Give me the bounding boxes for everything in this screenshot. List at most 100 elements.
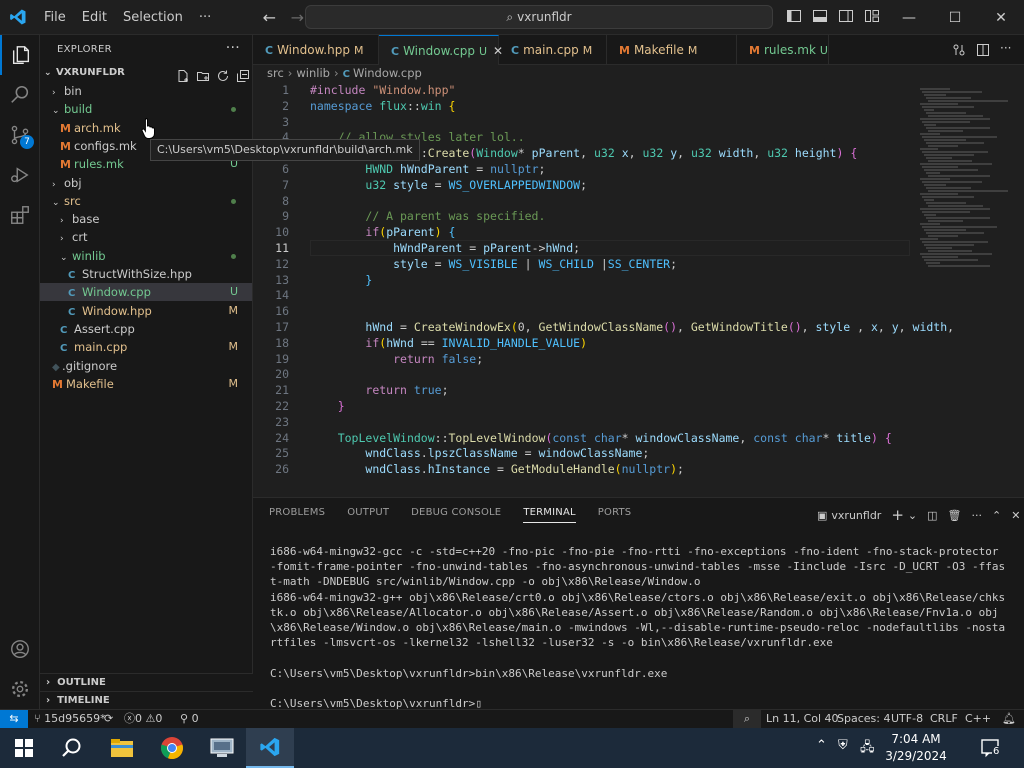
problems-status[interactable]: ⓧ0 ⚠0 bbox=[124, 710, 162, 728]
explorer-more-icon[interactable]: ··· bbox=[226, 40, 240, 56]
tree-folder[interactable]: ⌄ build bbox=[40, 100, 252, 118]
explorer-icon[interactable] bbox=[0, 35, 40, 75]
run-debug-icon[interactable] bbox=[0, 155, 40, 195]
menu-more-icon[interactable]: ··· bbox=[191, 0, 219, 35]
git-branch-status[interactable]: ⑂ 15d95659* bbox=[34, 710, 106, 728]
code-line[interactable]: HWND hWndParent = nullptr; bbox=[310, 162, 545, 176]
tree-folder[interactable]: › obj bbox=[40, 174, 252, 192]
tree-file[interactable]: ◆ .gitignore bbox=[40, 357, 252, 375]
code-line[interactable]: return true; bbox=[310, 383, 448, 397]
code-line[interactable]: } bbox=[310, 399, 345, 413]
editor-more-icon[interactable]: ··· bbox=[1000, 42, 1014, 56]
tree-file[interactable]: C StructWithSize.hpp bbox=[40, 265, 252, 283]
ports-status[interactable]: ⚲ 0 bbox=[180, 710, 199, 728]
terminal-dropdown-icon[interactable]: ⌄ bbox=[908, 509, 917, 522]
new-folder-icon[interactable] bbox=[196, 68, 210, 82]
tree-file[interactable]: Cmain.cpp M bbox=[40, 338, 252, 356]
network-tray-icon[interactable]: 🖧︎ bbox=[860, 738, 875, 760]
taskbar-search-icon[interactable] bbox=[48, 728, 96, 768]
breadcrumb-file[interactable]: Window.cpp bbox=[353, 66, 422, 80]
kill-terminal-icon[interactable]: 🗑 bbox=[948, 509, 962, 522]
toggle-primary-sidebar-icon[interactable] bbox=[786, 8, 804, 26]
command-center-search[interactable]: ⌕ vxrunfldr bbox=[305, 5, 773, 29]
chrome-icon[interactable] bbox=[148, 728, 196, 768]
code-line[interactable]: wndClass.lpszClassName = windowClassName… bbox=[310, 446, 649, 460]
code-line[interactable]: namespace flux::win { bbox=[310, 99, 455, 113]
file-explorer-icon[interactable] bbox=[98, 728, 146, 768]
code-line[interactable]: TopLevelWindow::TopLevelWindow(const cha… bbox=[310, 431, 892, 445]
timeline-section[interactable]: › TIMELINE bbox=[40, 691, 253, 709]
maximize-window-icon[interactable]: ☐ bbox=[932, 0, 978, 35]
editor-tab[interactable]: M Makefile M bbox=[607, 35, 737, 65]
sync-icon[interactable]: ⟳ bbox=[104, 710, 113, 728]
tree-folder[interactable]: › crt bbox=[40, 228, 252, 246]
code-line[interactable]: if(pParent) { bbox=[310, 225, 455, 239]
zoom-icon[interactable]: ⌕ bbox=[733, 710, 761, 728]
code-line[interactable]: if(hWnd == INVALID_HANDLE_VALUE) bbox=[310, 336, 587, 350]
minimap[interactable] bbox=[920, 82, 1010, 497]
editor-tab[interactable]: Mrules.mk U bbox=[737, 35, 829, 65]
vscode-logo-icon[interactable] bbox=[0, 0, 36, 35]
line-ending[interactable]: CRLF bbox=[930, 710, 958, 728]
accounts-icon[interactable] bbox=[0, 629, 40, 669]
vscode-taskbar-icon[interactable] bbox=[246, 728, 294, 768]
toggle-panel-icon[interactable] bbox=[812, 8, 830, 26]
customize-layout-icon[interactable] bbox=[864, 8, 882, 26]
code-line[interactable]: u32 style = WS_OVERLAPPEDWINDOW; bbox=[310, 178, 587, 192]
encoding[interactable]: UTF-8 bbox=[891, 710, 923, 728]
virtual-machine-icon[interactable] bbox=[198, 728, 246, 768]
back-arrow-icon[interactable]: ← bbox=[255, 8, 283, 27]
cursor-position[interactable]: Ln 11, Col 40 bbox=[766, 710, 839, 728]
tree-folder[interactable]: › bin bbox=[40, 82, 252, 100]
refresh-icon[interactable] bbox=[216, 68, 230, 82]
tree-file[interactable]: C Window.hpp M bbox=[40, 302, 252, 320]
open-changes-icon[interactable] bbox=[952, 42, 966, 56]
code-line[interactable]: // A parent was specified. bbox=[310, 209, 545, 223]
search-view-icon[interactable] bbox=[0, 75, 40, 115]
tree-folder[interactable]: ⌄ winlib bbox=[40, 247, 252, 265]
tree-file[interactable]: C Window.cpp U bbox=[40, 283, 252, 302]
close-panel-icon[interactable]: ✕ bbox=[1011, 509, 1020, 522]
tree-folder[interactable]: ⌄ src bbox=[40, 192, 252, 210]
menu-selection[interactable]: Selection bbox=[115, 0, 191, 35]
code-line[interactable]: hWndParent = pParent->hWnd; bbox=[310, 241, 580, 255]
panel-more-icon[interactable]: ··· bbox=[972, 509, 983, 522]
maximize-panel-icon[interactable]: ⌃ bbox=[992, 509, 1001, 522]
editor-tab[interactable]: C Window.hpp M bbox=[253, 35, 379, 65]
code-line[interactable]: } bbox=[310, 273, 372, 287]
split-terminal-icon[interactable]: ◫ bbox=[927, 509, 937, 522]
panel-tab-debug-console[interactable]: DEBUG CONSOLE bbox=[411, 507, 501, 523]
split-editor-icon[interactable] bbox=[976, 42, 990, 56]
breadcrumb-winlib[interactable]: winlib bbox=[296, 66, 330, 80]
action-center-icon[interactable]: 6 bbox=[980, 738, 1002, 758]
new-terminal-icon[interactable]: + bbox=[891, 506, 904, 524]
breadcrumb-src[interactable]: src bbox=[267, 66, 284, 80]
windows-start-icon[interactable] bbox=[0, 728, 48, 768]
tree-file[interactable]: M Makefile M bbox=[40, 375, 252, 393]
show-hidden-icons-icon[interactable]: ⌃ bbox=[816, 738, 827, 753]
toggle-secondary-sidebar-icon[interactable] bbox=[838, 8, 856, 26]
language-mode[interactable]: C++ bbox=[965, 710, 991, 728]
terminal-output[interactable]: i686-w64-mingw32-gcc -c -std=c++20 -fno-… bbox=[270, 544, 1010, 711]
indentation[interactable]: Spaces: 4 bbox=[837, 710, 890, 728]
tree-folder[interactable]: › base bbox=[40, 210, 252, 228]
tree-file[interactable]: C Assert.cpp bbox=[40, 320, 252, 338]
security-tray-icon[interactable]: ⛨ bbox=[838, 738, 848, 753]
menu-file[interactable]: File bbox=[36, 0, 74, 35]
taskbar-clock[interactable]: 7:04 AM 3/29/2024 bbox=[882, 731, 950, 765]
extensions-icon[interactable] bbox=[0, 195, 40, 235]
notifications-bell-icon[interactable]: 🔔︎ bbox=[1002, 710, 1016, 728]
menu-edit[interactable]: Edit bbox=[74, 0, 115, 35]
collapse-all-icon[interactable] bbox=[236, 68, 250, 82]
outline-section[interactable]: › OUTLINE bbox=[40, 673, 253, 691]
code-line[interactable]: hWnd = CreateWindowEx(0, GetWindowClassN… bbox=[310, 320, 954, 334]
remote-indicator-icon[interactable]: ⇆ bbox=[0, 710, 28, 728]
terminal-instance-name[interactable]: vxrunfldr bbox=[831, 509, 881, 522]
editor-tab[interactable]: C Window.cpp U ✕ bbox=[379, 35, 503, 65]
new-file-icon[interactable] bbox=[176, 68, 190, 82]
manage-gear-icon[interactable] bbox=[0, 669, 40, 709]
code-line[interactable]: style = WS_VISIBLE | WS_CHILD |SS_CENTER… bbox=[310, 257, 677, 271]
panel-tab-ports[interactable]: PORTS bbox=[598, 507, 632, 523]
minimize-window-icon[interactable]: — bbox=[886, 0, 932, 35]
source-control-icon[interactable]: 7 bbox=[0, 115, 40, 155]
